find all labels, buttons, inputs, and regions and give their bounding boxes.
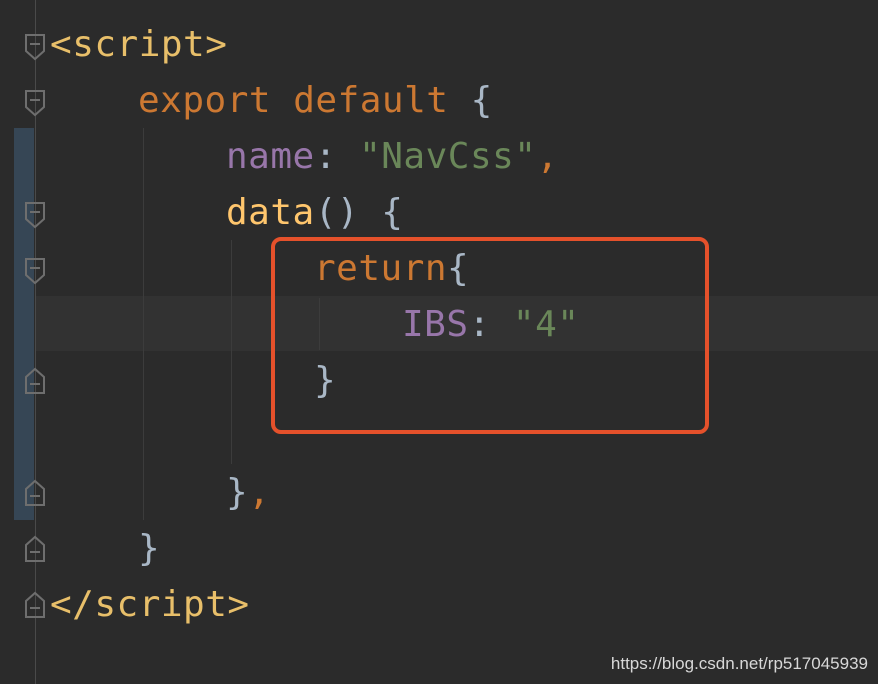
code-line-1[interactable]: <script> bbox=[50, 17, 227, 73]
code-line-9[interactable]: } bbox=[138, 521, 160, 577]
tag-bracket: </ bbox=[50, 584, 95, 625]
indent-guide bbox=[143, 128, 144, 520]
code-line-3[interactable]: name: "NavCss", bbox=[226, 129, 559, 185]
annotation-highlight-box bbox=[271, 237, 709, 434]
fold-end-icon[interactable] bbox=[24, 479, 46, 507]
code-line-8[interactable]: }, bbox=[226, 465, 270, 521]
comma: , bbox=[536, 136, 559, 177]
brace: } bbox=[226, 472, 249, 513]
code-line-4[interactable]: data() { bbox=[226, 185, 403, 241]
function-name: data bbox=[226, 192, 315, 233]
tag-name: script bbox=[94, 584, 228, 625]
brace: { bbox=[381, 192, 404, 233]
tag-name: script bbox=[72, 24, 206, 65]
tag-bracket: > bbox=[205, 24, 228, 65]
brace: { bbox=[470, 80, 493, 121]
code-line-10[interactable]: </script> bbox=[50, 577, 250, 633]
brace: } bbox=[138, 528, 161, 569]
fold-collapse-icon[interactable] bbox=[24, 201, 46, 229]
fold-end-icon[interactable] bbox=[24, 367, 46, 395]
fold-collapse-icon[interactable] bbox=[24, 89, 46, 117]
fold-end-icon[interactable] bbox=[24, 535, 46, 563]
parens: () bbox=[314, 192, 360, 233]
keyword-export: export bbox=[138, 80, 272, 121]
string-value: "NavCss" bbox=[359, 136, 537, 177]
fold-collapse-icon[interactable] bbox=[24, 33, 46, 61]
tag-bracket: < bbox=[50, 24, 73, 65]
comma: , bbox=[248, 472, 271, 513]
fold-end-icon[interactable] bbox=[24, 591, 46, 619]
code-editor[interactable]: <script> export default { name: "NavCss"… bbox=[0, 0, 878, 684]
colon: : bbox=[314, 136, 337, 177]
indent-guide bbox=[231, 240, 232, 464]
property-name: name bbox=[226, 136, 315, 177]
watermark: https://blog.csdn.net/rp517045939 bbox=[610, 654, 868, 673]
vcs-change-marker[interactable] bbox=[14, 128, 34, 520]
tag-bracket: > bbox=[227, 584, 250, 625]
code-line-2[interactable]: export default { bbox=[138, 73, 493, 129]
keyword-default: default bbox=[293, 80, 449, 121]
fold-collapse-icon[interactable] bbox=[24, 257, 46, 285]
